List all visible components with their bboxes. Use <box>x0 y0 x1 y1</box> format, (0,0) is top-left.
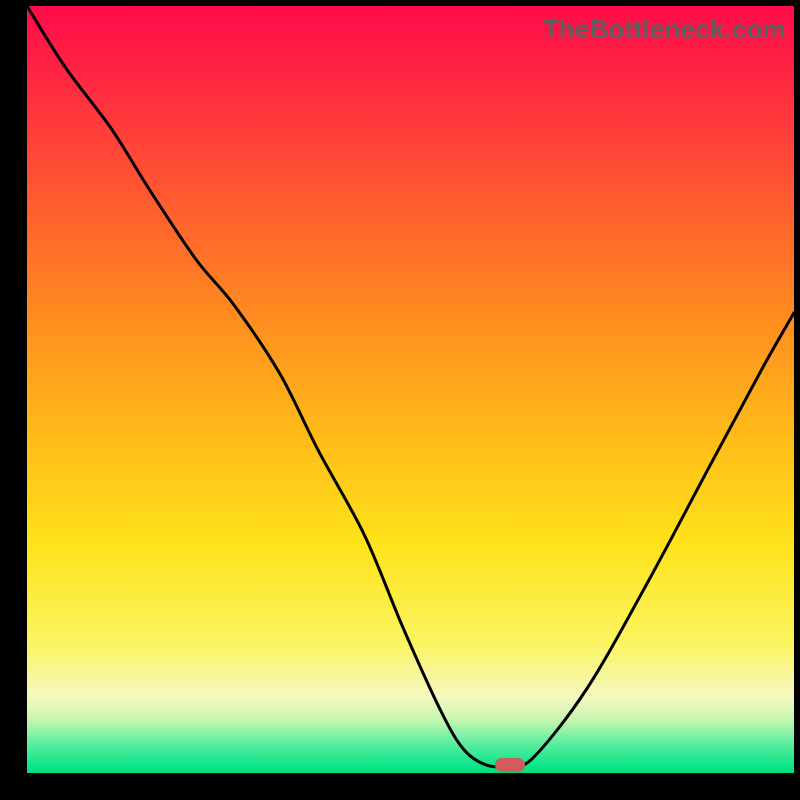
chart-container: TheBottleneck.com <box>0 0 800 800</box>
optimal-marker <box>495 758 525 772</box>
bottleneck-curve <box>27 6 794 773</box>
plot-area: TheBottleneck.com <box>27 6 794 773</box>
